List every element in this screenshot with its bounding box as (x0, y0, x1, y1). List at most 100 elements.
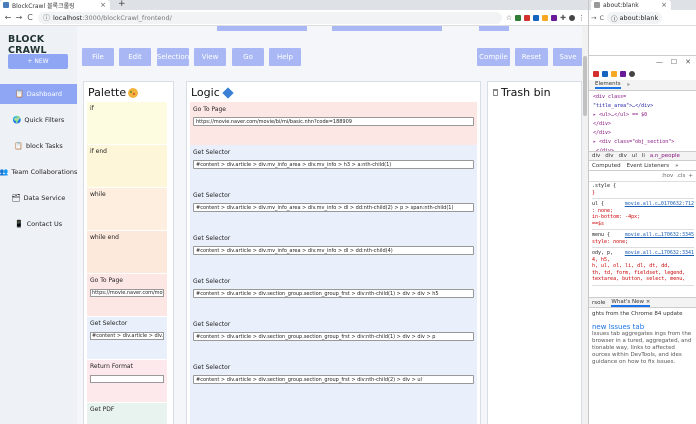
forward-arrow-icon[interactable]: → (591, 14, 596, 22)
extension-icon[interactable] (524, 14, 531, 21)
palette-block[interactable]: if end (87, 145, 167, 188)
url-bar[interactable]: ⓘ localhost:3000/blockCrawl_frontend/ (38, 11, 502, 24)
dom-node[interactable]: <div class= (589, 93, 696, 102)
filter-toggle[interactable]: .cls (676, 173, 685, 179)
kebab-menu-icon[interactable]: ⋮ (578, 14, 585, 22)
compile-button[interactable]: Compile (477, 48, 510, 66)
palette-block[interactable]: while (87, 188, 167, 231)
palette-block-input[interactable]: #content > div.article > div.mv (90, 332, 164, 340)
save-button[interactable]: Save (553, 48, 583, 66)
whats-new-heading[interactable]: new Issues tab (592, 324, 694, 331)
scrollbar-thumb[interactable] (583, 56, 587, 116)
help-menu-button[interactable]: Help (269, 48, 301, 66)
palette-block[interactable]: Get PDF (87, 403, 167, 424)
logic-block[interactable]: Get Selector #content > div.article > div… (190, 317, 477, 360)
selection-menu-button[interactable]: Selection (157, 48, 189, 66)
trash-panel[interactable]: Trash bin (487, 81, 582, 424)
dom-node[interactable]: </div> (589, 120, 696, 129)
extension-icon[interactable] (593, 71, 599, 77)
dom-node[interactable]: "title_area">…</div> (589, 102, 696, 111)
new-button[interactable]: + NEW (8, 54, 68, 69)
devtools-tab[interactable]: Elements (595, 81, 621, 89)
css-declaration[interactable]: } (592, 190, 694, 197)
palette-block-input[interactable]: https://movie.naver.com/movie (90, 289, 164, 297)
breadcrumb-item[interactable]: div (619, 153, 627, 159)
styles-subtab[interactable]: Computed (592, 163, 621, 169)
dom-node[interactable]: </div> (589, 129, 696, 138)
back-arrow-icon[interactable]: ← (3, 13, 13, 22)
logic-block[interactable]: Get Selector #content > div.article > div… (190, 145, 477, 188)
css-declaration[interactable]: style: none; (592, 239, 694, 246)
css-declaration[interactable]: ==$s (592, 221, 694, 228)
url-bar-secondary[interactable]: ⓘ about:blank (607, 11, 663, 24)
forward-arrow-icon[interactable]: → (14, 13, 24, 22)
avatar[interactable] (629, 71, 635, 77)
go-menu-button[interactable]: Go (232, 48, 264, 66)
logic-block[interactable]: Get Selector #content > div.article > div… (190, 188, 477, 231)
file-menu-button[interactable]: File (82, 48, 114, 66)
sidebar-item-contact-us[interactable]: 📱 Contact Us (0, 214, 77, 234)
browser-tab[interactable]: BlockCrawl 블록크롤링 × (0, 0, 110, 10)
palette-block[interactable]: Get Selector #content > div.article > div… (87, 317, 167, 360)
sidebar-item-dashboard[interactable]: 📋 Dashboard (0, 84, 77, 104)
new-tab-button[interactable]: + (118, 0, 126, 9)
css-declaration[interactable]: textarea, button, select, menu, (592, 276, 694, 283)
logic-block[interactable]: Get Selector #content > div.article > div… (190, 231, 477, 274)
sidebar-item-quick-filters[interactable]: 🌍 Quick Filters (0, 110, 77, 130)
extension-icon[interactable] (602, 71, 608, 77)
palette-block[interactable]: Return Format (87, 360, 167, 403)
close-icon[interactable]: ✕ (685, 58, 691, 66)
extension-icon[interactable] (542, 14, 549, 21)
devtools-tab[interactable]: » (627, 82, 630, 88)
sidebar-item-data-service[interactable]: 🗂 Data Service (0, 188, 77, 208)
reload-icon[interactable]: C (599, 14, 604, 22)
css-source-link[interactable]: movie.all.c…170632:3341 (625, 250, 694, 257)
filter-toggle[interactable]: :hov (661, 173, 673, 179)
filter-toggle[interactable]: + (688, 173, 693, 179)
extension-icon[interactable] (620, 71, 626, 77)
minimize-icon[interactable]: — (656, 58, 663, 66)
palette-block[interactable]: Go To Page https://movie.naver.com/movie (87, 274, 167, 317)
view-menu-button[interactable]: View (194, 48, 226, 66)
maximize-icon[interactable]: ☐ (671, 58, 677, 66)
logic-block[interactable]: Get Selector #content > div.article > div… (190, 274, 477, 317)
styles-subtab[interactable]: » (675, 163, 678, 169)
logic-block-input[interactable]: #content > div.article > div.mv_info_are… (193, 160, 474, 169)
extension-icon[interactable] (533, 14, 540, 21)
breadcrumb-item[interactable]: div (592, 153, 600, 159)
dom-node[interactable]: ▸ <div class="obj_section"> (589, 138, 696, 147)
puzzle-icon[interactable]: ✚ (560, 14, 566, 22)
logic-block[interactable]: Get Selector #content > div.article > div… (190, 360, 477, 403)
extension-icon[interactable] (515, 14, 522, 21)
sidebar-item-block-tasks[interactable]: 📋 block Tasks (0, 136, 77, 156)
drawer-tab[interactable]: rsole (592, 300, 605, 306)
styles-subtab[interactable]: Event Listeners (627, 163, 670, 169)
sidebar-item-team-collaborations[interactable]: 👥 Team Collaborations (0, 162, 77, 182)
logic-block-input[interactable]: #content > div.article > div.mv_info_are… (193, 246, 474, 255)
logic-block-input[interactable]: https://movie.naver.com/movie/bi/mi/basi… (193, 117, 474, 126)
dom-node[interactable]: ▸ <ul>…</ul> == $0 (589, 111, 696, 120)
logic-block-input[interactable]: #content > div.article > div.mv_info_are… (193, 203, 474, 212)
breadcrumb-item[interactable]: ul (632, 153, 637, 159)
tab-close-icon[interactable]: × (100, 1, 106, 9)
tab-close-icon[interactable]: × (661, 1, 667, 9)
star-icon[interactable]: ☆ (506, 14, 512, 22)
palette-block-input[interactable] (90, 375, 164, 383)
logic-block-input[interactable]: #content > div.article > div.section_gro… (193, 375, 474, 384)
breadcrumb-item[interactable]: div (605, 153, 613, 159)
css-source-link[interactable]: movie.all.c…170632:3345 (625, 232, 694, 239)
extension-icon[interactable] (611, 71, 617, 77)
logic-block-input[interactable]: #content > div.article > div.section_gro… (193, 332, 474, 341)
browser-tab-secondary[interactable]: about:blank × (591, 0, 671, 10)
extension-icon[interactable] (551, 14, 558, 21)
reset-button[interactable]: Reset (515, 48, 548, 66)
edit-menu-button[interactable]: Edit (119, 48, 151, 66)
avatar[interactable] (569, 14, 575, 21)
css-source-link[interactable]: movie.all.c…0170632:712 (625, 201, 694, 208)
breadcrumb-item[interactable]: li (642, 153, 645, 159)
drawer-tab[interactable]: What's New × (611, 299, 651, 307)
logic-block[interactable] (190, 403, 477, 424)
info-icon[interactable]: ⓘ (43, 13, 50, 23)
logic-block[interactable]: Go To Page https://movie.naver.com/movie/… (190, 102, 477, 145)
reload-icon[interactable]: C (25, 13, 35, 22)
